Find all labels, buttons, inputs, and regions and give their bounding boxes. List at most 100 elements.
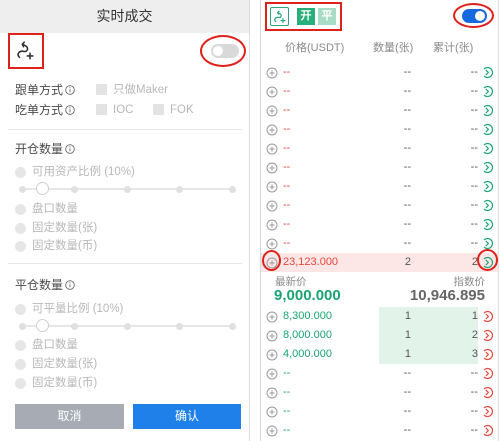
arrow-circle-icon[interactable]: [481, 367, 494, 380]
plus-circle-icon[interactable]: [266, 406, 278, 418]
slider-stop[interactable]: [71, 185, 78, 193]
bid-row[interactable]: 4,000.000 1 3: [261, 345, 498, 364]
slider-handle[interactable]: [36, 182, 49, 195]
arrow-circle-icon[interactable]: [481, 123, 494, 136]
open-position-button[interactable]: 开: [297, 8, 315, 25]
arrow-circle-icon[interactable]: [481, 161, 494, 174]
follow-toggle[interactable]: [462, 9, 487, 23]
bid-row[interactable]: -- -- --: [261, 421, 498, 440]
open-ratio-slider[interactable]: [18, 182, 236, 195]
total-cell: --: [470, 237, 478, 249]
open-book-qty-label: 盘口数量: [32, 203, 78, 215]
plus-circle-icon[interactable]: [266, 330, 278, 342]
price-cell: 23,123.000: [283, 256, 339, 268]
plus-circle-icon[interactable]: [266, 368, 278, 380]
arrow-circle-icon[interactable]: [481, 104, 494, 117]
plus-circle-icon[interactable]: [266, 67, 278, 79]
info-icon[interactable]: [65, 280, 75, 290]
bid-row[interactable]: 8,000.000 1 2: [261, 326, 498, 345]
arrow-circle-icon[interactable]: [481, 237, 494, 250]
ask-row[interactable]: -- -- --: [261, 101, 498, 120]
ask-row[interactable]: -- -- --: [261, 158, 498, 177]
slider-stop[interactable]: [176, 322, 183, 330]
ask-row[interactable]: -- -- --: [261, 63, 498, 82]
plus-circle-icon[interactable]: [266, 181, 278, 193]
total-cell: --: [470, 367, 478, 379]
plus-circle-icon[interactable]: [266, 387, 278, 399]
arrow-circle-icon[interactable]: [481, 386, 494, 399]
plus-circle-icon[interactable]: [266, 200, 278, 212]
slider-stop[interactable]: [123, 322, 131, 330]
follow-toggle[interactable]: [211, 44, 239, 58]
info-icon[interactable]: [65, 85, 75, 95]
open-fixed-coins-radio[interactable]: [15, 240, 26, 252]
close-fixed-coins-radio[interactable]: [15, 377, 26, 389]
ask-row[interactable]: -- -- --: [261, 177, 498, 196]
open-book-qty-radio[interactable]: [15, 203, 26, 215]
ask-row[interactable]: -- -- --: [261, 196, 498, 215]
ask-row[interactable]: -- -- --: [261, 139, 498, 158]
close-ratio-slider[interactable]: [18, 319, 236, 332]
open-qty-title: 开仓数量: [15, 142, 64, 156]
arrow-circle-icon[interactable]: [481, 142, 494, 155]
price-cell: 8,000.000: [283, 329, 332, 341]
plus-circle-icon[interactable]: [266, 311, 278, 323]
slider-stop[interactable]: [228, 185, 236, 193]
arrow-circle-icon[interactable]: [481, 405, 494, 418]
arrow-circle-icon[interactable]: [481, 256, 494, 269]
slider-stop[interactable]: [176, 185, 183, 193]
slider-stop[interactable]: [18, 322, 26, 330]
arrow-circle-icon[interactable]: [481, 199, 494, 212]
ask-row[interactable]: -- -- --: [261, 234, 498, 253]
open-ratio-radio[interactable]: [15, 167, 26, 178]
info-icon[interactable]: [65, 144, 75, 154]
arrow-circle-icon[interactable]: [481, 310, 494, 323]
bid-row[interactable]: -- -- --: [261, 364, 498, 383]
plus-circle-icon[interactable]: [266, 86, 278, 98]
plus-circle-icon[interactable]: [266, 124, 278, 136]
close-fixed-contracts-radio[interactable]: [15, 358, 26, 370]
open-fixed-contracts-radio[interactable]: [15, 222, 26, 234]
arrow-circle-icon[interactable]: [481, 180, 494, 193]
price-cell: --: [283, 85, 291, 97]
slider-stop[interactable]: [228, 322, 236, 330]
bid-row[interactable]: 8,300.000 1 1: [261, 307, 498, 326]
ask-row[interactable]: -- -- --: [261, 82, 498, 101]
slider-stop[interactable]: [71, 322, 78, 330]
ask-row[interactable]: -- -- --: [261, 120, 498, 139]
plus-circle-icon[interactable]: [266, 238, 278, 250]
plus-circle-icon[interactable]: [266, 219, 278, 231]
follow-trade-icon[interactable]: [270, 7, 289, 26]
close-ratio-radio[interactable]: [15, 303, 26, 315]
total-cell: --: [470, 142, 478, 154]
plus-circle-icon[interactable]: [266, 349, 278, 361]
plus-circle-icon[interactable]: [266, 257, 278, 269]
maker-only-checkbox[interactable]: [96, 84, 107, 95]
ioc-checkbox[interactable]: [96, 104, 107, 115]
slider-stop[interactable]: [123, 185, 131, 193]
info-icon[interactable]: [65, 105, 75, 115]
plus-circle-icon[interactable]: [266, 105, 278, 117]
plus-circle-icon[interactable]: [266, 162, 278, 174]
arrow-circle-icon[interactable]: [481, 218, 494, 231]
arrow-circle-icon[interactable]: [481, 348, 494, 361]
fok-checkbox[interactable]: [153, 104, 164, 115]
plus-circle-icon[interactable]: [266, 425, 278, 437]
confirm-button[interactable]: 确认: [133, 404, 241, 429]
close-book-qty-radio[interactable]: [15, 339, 26, 351]
slider-handle[interactable]: [36, 319, 49, 332]
slider-stop[interactable]: [18, 185, 26, 193]
close-position-button[interactable]: 平: [318, 8, 336, 25]
arrow-circle-icon[interactable]: [481, 66, 494, 79]
total-cell: 1: [471, 310, 478, 322]
follow-trade-icon[interactable]: [14, 39, 36, 61]
ask-row[interactable]: -- -- --: [261, 215, 498, 234]
arrow-circle-icon[interactable]: [481, 85, 494, 98]
arrow-circle-icon[interactable]: [481, 329, 494, 342]
bid-row[interactable]: -- -- --: [261, 402, 498, 421]
arrow-circle-icon[interactable]: [481, 424, 494, 437]
ask-row[interactable]: 23,123.000 2 2: [261, 253, 498, 272]
cancel-button[interactable]: 取消: [15, 404, 124, 429]
bid-row[interactable]: -- -- --: [261, 383, 498, 402]
plus-circle-icon[interactable]: [266, 143, 278, 155]
